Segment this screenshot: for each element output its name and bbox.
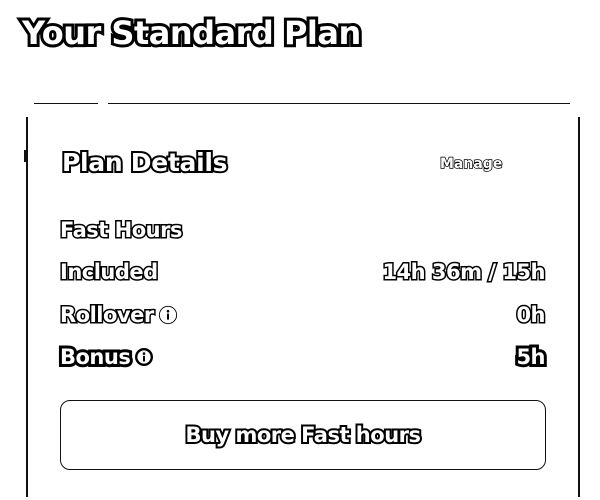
fast-hours-label: Fast Hours (59, 217, 184, 244)
included-label: Included (59, 259, 160, 286)
edge-tick-left (24, 150, 26, 162)
buy-button-label: Buy more Fast hours (184, 421, 424, 449)
divider-left (34, 103, 98, 104)
included-label-text: Included (59, 259, 160, 286)
info-icon[interactable] (158, 305, 178, 325)
bonus-value: 5h (513, 342, 548, 372)
manage-link[interactable]: Manage (439, 155, 503, 173)
page-title: Your Standard Plan (19, 11, 364, 55)
rollover-label-text: Rollover (59, 302, 156, 329)
bonus-label: Bonus (57, 342, 154, 372)
divider-right (108, 103, 570, 104)
info-icon[interactable] (134, 347, 154, 367)
rollover-value: 0h (515, 302, 547, 329)
included-value: 14h 36m / 15h (381, 259, 547, 286)
rollover-label: Rollover (59, 302, 178, 329)
edge-tick-right (578, 440, 580, 460)
card-title: Plan Details (60, 146, 230, 179)
buy-more-fast-hours-button[interactable]: Buy more Fast hours (60, 400, 546, 470)
bonus-label-text: Bonus (57, 342, 134, 372)
